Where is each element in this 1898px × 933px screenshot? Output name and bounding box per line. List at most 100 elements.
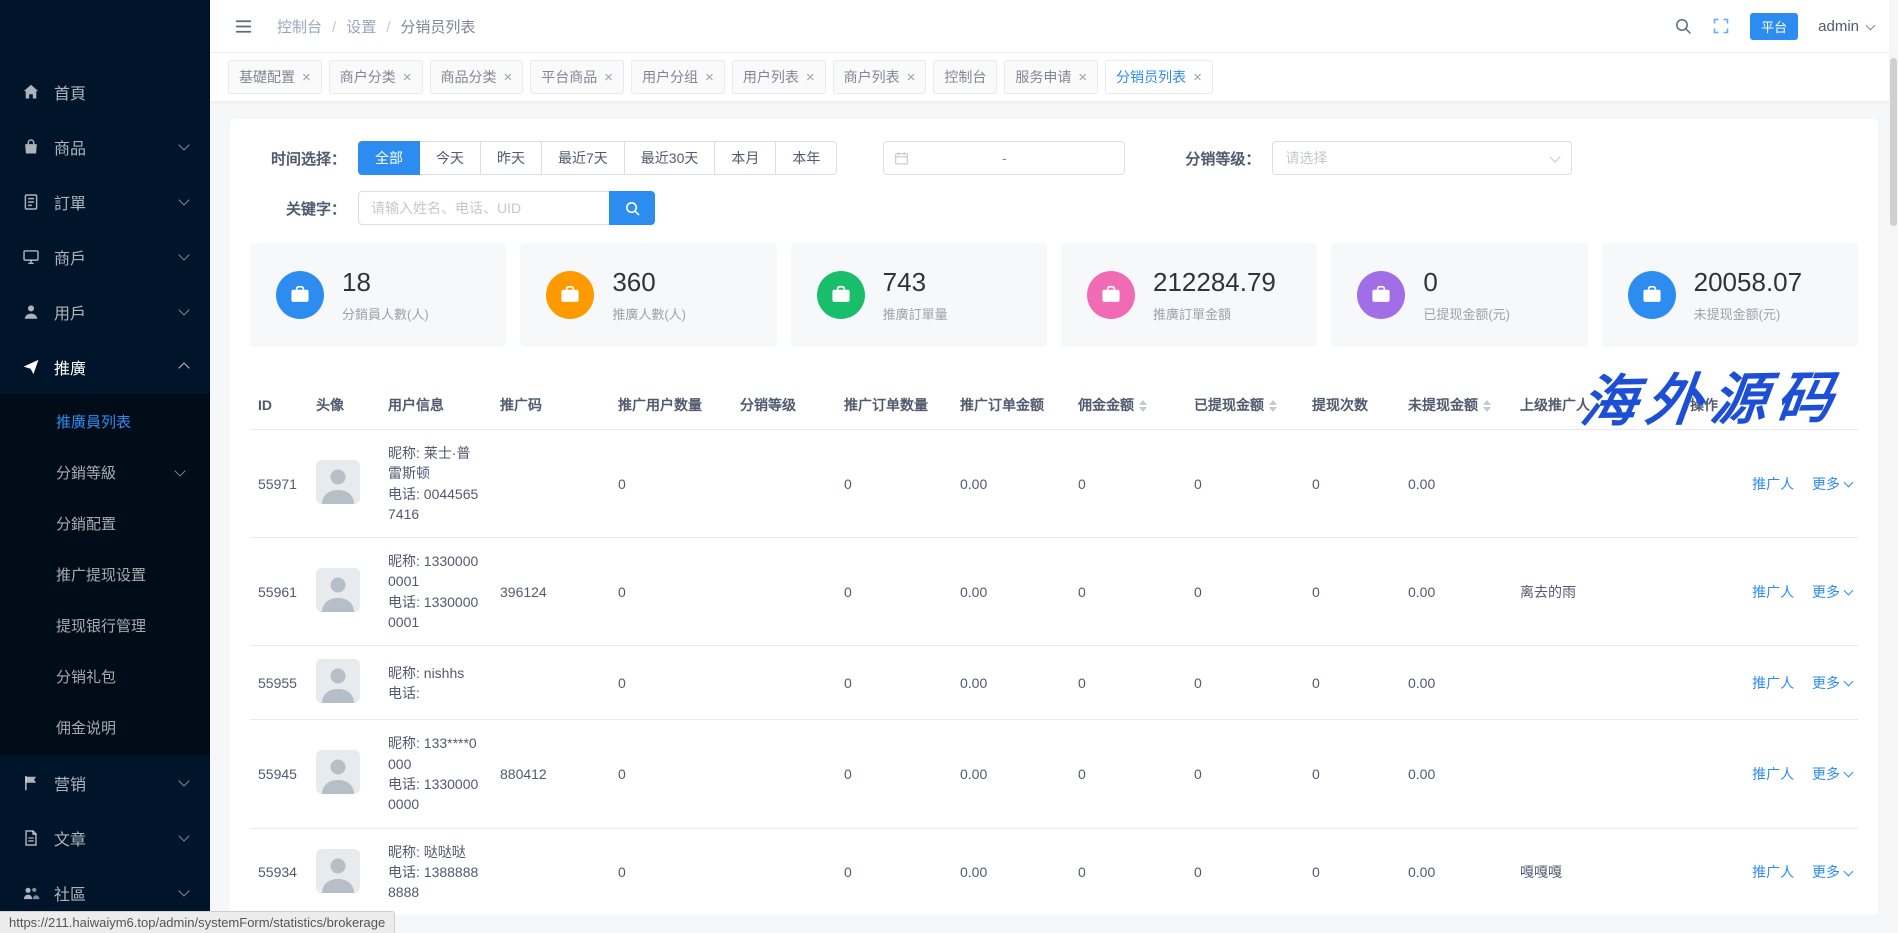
tab[interactable]: 控制台 ×	[933, 60, 997, 94]
sidebar-subitem[interactable]: 分銷等級	[0, 447, 210, 498]
close-icon[interactable]: ×	[1193, 70, 1202, 85]
breadcrumb-item[interactable]: 分销员列表	[400, 16, 475, 37]
sidebar-item-label: 用戶	[54, 300, 86, 324]
table-header-cell[interactable]: 推广用户数量	[610, 381, 732, 430]
table-header-cell[interactable]: 推广订单金额	[952, 381, 1070, 430]
user-phone: 电话: 00445657416	[388, 484, 484, 525]
tab[interactable]: 用户列表 ×	[732, 60, 826, 94]
more-link[interactable]: 更多	[1812, 474, 1852, 494]
tab[interactable]: 平台商品 ×	[530, 60, 624, 94]
user-nickname: 昵称: 133****0000	[388, 733, 484, 774]
sidebar-item-users[interactable]: 用戶	[0, 284, 210, 339]
cell-id: 55971	[250, 430, 308, 538]
table-header-cell[interactable]: 用户信息	[380, 381, 492, 430]
status-bar-url: https://211.haiwaiym6.top/admin/systemFo…	[0, 911, 395, 933]
cell-commission: 0	[1070, 430, 1186, 538]
time-range-button[interactable]: 最近30天	[624, 141, 716, 175]
sidebar-item-marketing[interactable]: 营销	[0, 755, 210, 810]
topbar-right: 平台 admin	[1674, 13, 1874, 40]
sort-icon[interactable]	[1483, 400, 1491, 412]
date-range-input[interactable]: -	[883, 141, 1125, 175]
tab[interactable]: 基礎配置 ×	[228, 60, 322, 94]
search-icon[interactable]	[1674, 17, 1692, 35]
time-range-button[interactable]: 昨天	[480, 141, 542, 175]
table-header-cell[interactable]: 佣金金额	[1070, 381, 1186, 430]
sidebar-item-articles[interactable]: 文章	[0, 810, 210, 865]
stat-value: 18	[342, 267, 429, 298]
tab[interactable]: 用户分组 ×	[631, 60, 725, 94]
distributors-table: ID 头像 用户信息	[250, 381, 1858, 915]
close-icon[interactable]: ×	[504, 70, 513, 85]
user-menu[interactable]: admin	[1818, 18, 1874, 35]
more-link[interactable]: 更多	[1812, 764, 1852, 784]
stat-card: 0 已提现金额(元)	[1331, 243, 1587, 347]
sidebar-item-merchants[interactable]: 商戶	[0, 229, 210, 284]
close-icon[interactable]: ×	[806, 70, 815, 85]
sidebar-subitem[interactable]: 佣金说明	[0, 702, 210, 753]
table-header-cell[interactable]: 操作	[1682, 381, 1858, 430]
tab[interactable]: 商户列表 ×	[833, 60, 927, 94]
table-header-cell[interactable]: 推广订单数量	[836, 381, 952, 430]
fullscreen-icon[interactable]	[1712, 17, 1730, 35]
sort-icon[interactable]	[1139, 400, 1147, 412]
cell-withdraw-times: 0	[1304, 828, 1400, 915]
breadcrumb-item[interactable]: 设置	[346, 16, 400, 37]
more-link[interactable]: 更多	[1812, 582, 1852, 602]
table-header-cell[interactable]: 分销等级	[732, 381, 836, 430]
platform-badge[interactable]: 平台	[1750, 13, 1798, 40]
sidebar-subitem[interactable]: 推广提现设置	[0, 549, 210, 600]
table-header-cell[interactable]: 推广码	[492, 381, 610, 430]
time-range-button[interactable]: 今天	[419, 141, 481, 175]
more-link[interactable]: 更多	[1812, 862, 1852, 882]
sidebar-subitem[interactable]: 分銷配置	[0, 498, 210, 549]
close-icon[interactable]: ×	[302, 70, 311, 85]
scrollbar-thumb[interactable]	[1890, 58, 1897, 226]
sidebar-item-goods[interactable]: 商品	[0, 119, 210, 174]
close-icon[interactable]: ×	[907, 70, 916, 85]
table-header-cell[interactable]: 未提现金额	[1400, 381, 1512, 430]
sort-icon[interactable]	[1269, 400, 1277, 412]
table-header-cell[interactable]: 提现次数	[1304, 381, 1400, 430]
collapse-menu-icon[interactable]	[234, 17, 253, 36]
promoter-link[interactable]: 推广人	[1752, 673, 1794, 693]
time-range-button[interactable]: 本年	[775, 141, 837, 175]
table-header-cell[interactable]: 已提现金额	[1186, 381, 1304, 430]
level-select[interactable]: 请选择	[1272, 141, 1572, 175]
time-range-button[interactable]: 最近7天	[541, 141, 625, 175]
close-icon[interactable]: ×	[1078, 70, 1087, 85]
table-header-cell[interactable]: 头像	[308, 381, 380, 430]
tab[interactable]: 商户分类 ×	[329, 60, 423, 94]
sidebar-item-label: 首頁	[54, 80, 86, 104]
sidebar-item-promotion[interactable]: 推廣	[0, 339, 210, 394]
sidebar-item-label: 商品	[54, 135, 86, 159]
tab[interactable]: 服务申请 ×	[1004, 60, 1098, 94]
table-header-cell[interactable]: 上级推广人	[1512, 381, 1682, 430]
sidebar-subitem[interactable]: 提现银行管理	[0, 600, 210, 651]
sidebar-subitem[interactable]: 推廣員列表	[0, 396, 210, 447]
promoter-link[interactable]: 推广人	[1752, 862, 1794, 882]
promoter-link[interactable]: 推广人	[1752, 582, 1794, 602]
sidebar-subitem[interactable]: 分销礼包	[0, 651, 210, 702]
promoter-link[interactable]: 推广人	[1752, 474, 1794, 494]
community-icon	[22, 884, 40, 902]
cell-order-amount: 0.00	[952, 430, 1070, 538]
keyword-search-button[interactable]	[609, 191, 655, 225]
close-icon[interactable]: ×	[403, 70, 412, 85]
stat-text: 18 分銷員人數(人)	[342, 267, 429, 323]
more-link[interactable]: 更多	[1812, 673, 1852, 693]
tab[interactable]: 分销员列表 ×	[1105, 60, 1213, 94]
tab[interactable]: 商品分类 ×	[430, 60, 524, 94]
sidebar-item-orders[interactable]: 訂單	[0, 174, 210, 229]
time-range-button[interactable]: 本月	[714, 141, 776, 175]
time-range-button[interactable]: 全部	[358, 141, 420, 175]
table-header-cell[interactable]: ID	[250, 381, 308, 430]
breadcrumb-item[interactable]: 控制台	[277, 16, 346, 37]
close-icon[interactable]: ×	[604, 70, 613, 85]
stats-row: 18 分銷員人數(人) 360 推廣人數(人)	[250, 243, 1858, 347]
page-scrollbar[interactable]	[1889, 0, 1898, 933]
sidebar-item-home[interactable]: 首頁	[0, 64, 210, 119]
tab-label: 商户分类	[340, 67, 396, 87]
promoter-link[interactable]: 推广人	[1752, 764, 1794, 784]
keyword-input[interactable]	[358, 191, 610, 225]
close-icon[interactable]: ×	[705, 70, 714, 85]
